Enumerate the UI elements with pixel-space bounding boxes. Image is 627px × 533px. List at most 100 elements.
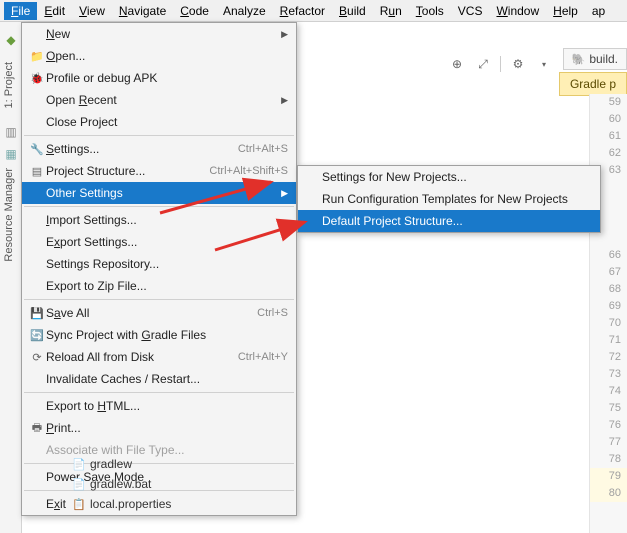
menu-separator (24, 392, 294, 393)
sidebar-tab-project[interactable]: 1: Project (0, 56, 18, 114)
menu-item-settings[interactable]: 🔧Settings...Ctrl+Alt+S (22, 138, 296, 160)
menu-run[interactable]: Run (373, 2, 409, 20)
menu-shortcut: Ctrl+Alt+Shift+S (209, 165, 288, 177)
menu-separator (24, 206, 294, 207)
palette-icon[interactable]: ▦ (3, 146, 19, 162)
menu-item-export-to-html[interactable]: Export to HTML... (22, 395, 296, 417)
menu-item-label: Other Settings (46, 186, 278, 200)
gear-icon[interactable]: ⚙ (507, 53, 529, 75)
menu-item-label: New (46, 27, 278, 41)
menu-item-open-recent[interactable]: Open Recent▶ (22, 89, 296, 111)
line-number: 72 (590, 349, 627, 366)
menu-item-close-project[interactable]: Close Project (22, 111, 296, 133)
submenu-item-default-project-structure[interactable]: Default Project Structure... (298, 210, 600, 232)
blank-icon (28, 114, 46, 130)
menu-view[interactable]: View (72, 2, 112, 20)
editor-tabs: 🐘 build. (563, 48, 627, 70)
menu-window[interactable]: Window (489, 2, 546, 20)
print-icon: 🖶 (28, 420, 46, 436)
menu-item-export-to-zip-file[interactable]: Export to Zip File... (22, 275, 296, 297)
expand-icon[interactable]: ⤢ (472, 53, 494, 75)
notification-text: Gradle p (570, 77, 616, 91)
menu-item-export-settings[interactable]: Export Settings... (22, 231, 296, 253)
submenu-arrow-icon: ▶ (278, 188, 288, 199)
menu-item-label: Export Settings... (46, 235, 288, 249)
menu-item-settings-repository[interactable]: Settings Repository... (22, 253, 296, 275)
sidebar-tab-resource-manager[interactable]: Resource Manager (0, 162, 18, 268)
line-number: 76 (590, 417, 627, 434)
menu-navigate[interactable]: Navigate (112, 2, 173, 20)
menu-item-profile-or-debug-apk[interactable]: 🐞Profile or debug APK (22, 67, 296, 89)
separator (500, 56, 501, 72)
tree-item-local-properties[interactable]: 📋local.properties (22, 494, 272, 514)
tree-item-gradlew[interactable]: 📄 gradlew (22, 454, 272, 474)
menu-item-label: Save All (46, 306, 257, 320)
menu-item-invalidate-caches-restart[interactable]: Invalidate Caches / Restart... (22, 368, 296, 390)
menu-refactor[interactable]: Refactor (273, 2, 332, 20)
menu-item-label: Import Settings... (46, 213, 288, 227)
menu-item-label: Print... (46, 421, 288, 435)
layers-icon[interactable]: ▥ (3, 124, 19, 140)
tree-item-label: gradlew (90, 457, 132, 471)
menu-tools[interactable]: Tools (409, 2, 451, 20)
line-number: 71 (590, 332, 627, 349)
menu-vcs[interactable]: VCS (451, 2, 490, 20)
menu-item-save-all[interactable]: 💾Save AllCtrl+S (22, 302, 296, 324)
menu-separator (24, 135, 294, 136)
bug-icon: 🐞 (28, 70, 46, 86)
submenu-item-run-configuration-templates-for-new-projects[interactable]: Run Configuration Templates for New Proj… (298, 188, 600, 210)
menu-item-label: Project Structure... (46, 164, 209, 178)
tree-item-label: gradlew.bat (90, 477, 151, 491)
submenu-item-settings-for-new-projects[interactable]: Settings for New Projects... (298, 166, 600, 188)
menu-item-label: Close Project (46, 115, 288, 129)
menu-item-new[interactable]: New▶ (22, 23, 296, 45)
file-menu-dropdown: New▶📁Open...🐞Profile or debug APKOpen Re… (21, 22, 297, 516)
editor-gutter: 5960616263666768697071727374757677787980 (589, 94, 627, 533)
blank-icon (28, 278, 46, 294)
menu-item-label: Profile or debug APK (46, 71, 288, 85)
wrench-icon: 🔧 (28, 141, 46, 157)
menu-item-reload-all-from-disk[interactable]: ⟳Reload All from DiskCtrl+Alt+Y (22, 346, 296, 368)
line-number: 59 (590, 94, 627, 111)
line-number: 61 (590, 128, 627, 145)
file-tab-build[interactable]: 🐘 build. (563, 48, 627, 70)
menu-ap[interactable]: ap (585, 2, 612, 20)
blank-icon (28, 185, 46, 201)
file-icon: 📄 (72, 458, 86, 471)
menu-item-open[interactable]: 📁Open... (22, 45, 296, 67)
notification-banner[interactable]: Gradle p (559, 72, 627, 96)
menu-item-print[interactable]: 🖶Print... (22, 417, 296, 439)
project-tree: 📄 gradlew 📄 gradlew.bat 📋local.properties (22, 454, 272, 514)
menu-item-project-structure[interactable]: ▤Project Structure...Ctrl+Alt+Shift+S (22, 160, 296, 182)
prop-icon: 📋 (72, 498, 86, 511)
save-icon: 💾 (28, 305, 46, 321)
submenu-item-label: Default Project Structure... (322, 214, 592, 228)
menu-item-other-settings[interactable]: Other Settings▶ (22, 182, 296, 204)
target-icon[interactable]: ⊕ (446, 53, 468, 75)
menu-file[interactable]: File (4, 2, 37, 20)
blank-icon (304, 213, 322, 229)
menu-item-import-settings[interactable]: Import Settings... (22, 209, 296, 231)
line-number: 77 (590, 434, 627, 451)
menu-help[interactable]: Help (546, 2, 585, 20)
menu-analyze[interactable]: Analyze (216, 2, 273, 20)
android-icon[interactable]: ◆ (3, 32, 19, 48)
submenu-item-label: Settings for New Projects... (322, 170, 592, 184)
file-icon: 📄 (72, 478, 86, 491)
submenu-arrow-icon: ▶ (278, 95, 288, 106)
blank-icon (28, 371, 46, 387)
line-number: 75 (590, 400, 627, 417)
menu-code[interactable]: Code (173, 2, 216, 20)
menu-item-label: Open Recent (46, 93, 278, 107)
menu-item-label: Export to HTML... (46, 399, 288, 413)
chevron-down-icon[interactable]: ▾ (533, 53, 555, 75)
blank-icon (304, 169, 322, 185)
line-number: 80 (590, 485, 627, 502)
line-number: 74 (590, 383, 627, 400)
menu-build[interactable]: Build (332, 2, 373, 20)
blank-icon (28, 212, 46, 228)
menu-item-sync-project-with-gradle-files[interactable]: 🔄Sync Project with Gradle Files (22, 324, 296, 346)
menu-edit[interactable]: Edit (37, 2, 72, 20)
tree-item-gradlew-bat[interactable]: 📄 gradlew.bat (22, 474, 272, 494)
line-number: 66 (590, 247, 627, 264)
